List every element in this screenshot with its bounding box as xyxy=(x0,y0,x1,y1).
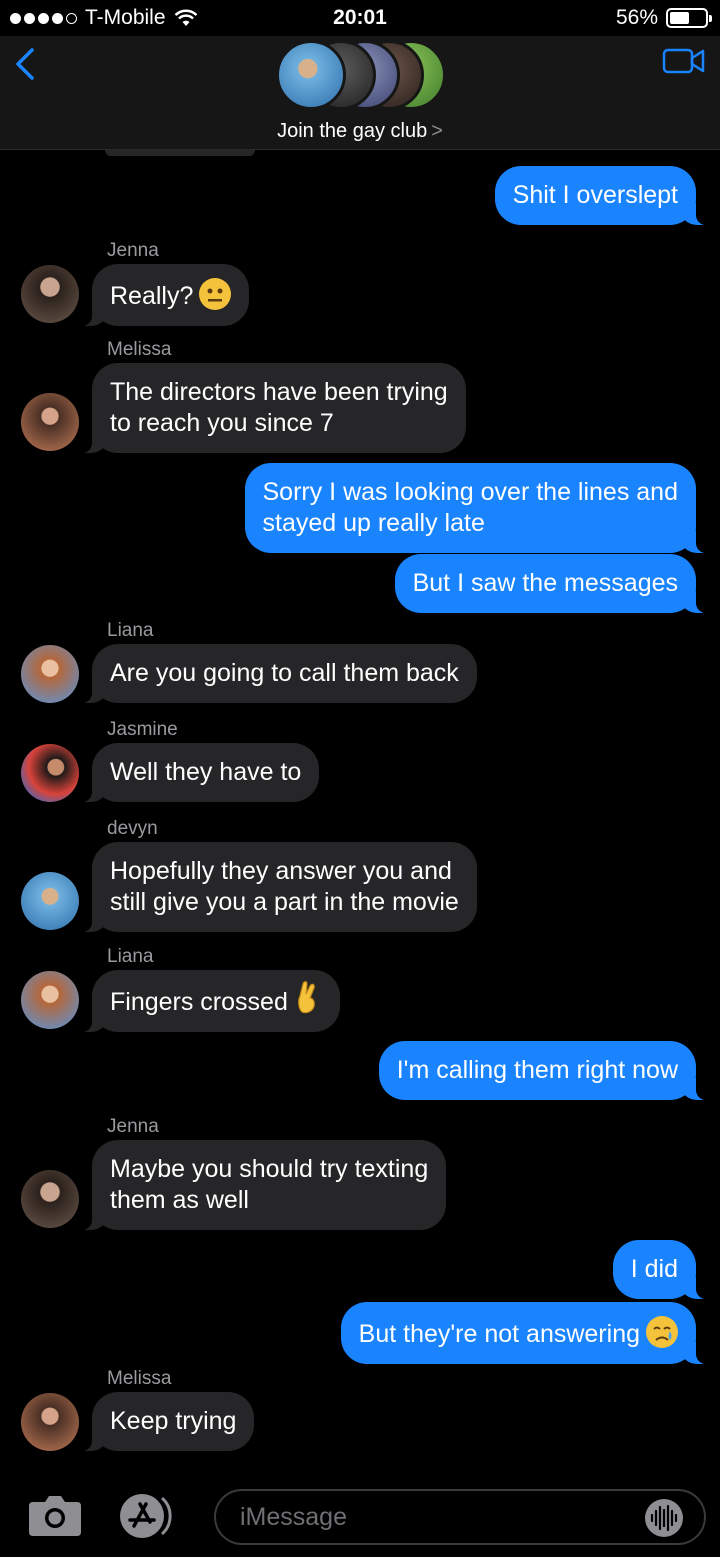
sender-name: Liana xyxy=(107,620,154,641)
message-text: Shit I overslept xyxy=(512,181,678,209)
incoming-message[interactable]: Are you going to call them back xyxy=(78,644,477,703)
message-line: stayed up really late xyxy=(262,509,485,537)
group-avatars[interactable] xyxy=(276,40,446,112)
message-thread[interactable]: Shit I overslept Jenna Really? Melissa T… xyxy=(0,150,720,1470)
message-line: Sorry I was looking over the lines and xyxy=(262,478,679,506)
incoming-message[interactable]: Keep trying xyxy=(77,1392,255,1451)
clock: 20:01 xyxy=(333,6,387,29)
avatar-liana[interactable] xyxy=(21,971,79,1029)
incoming-message[interactable]: Maybe you should try texting them as wel… xyxy=(77,1140,447,1230)
message-line: them as well xyxy=(110,1186,249,1214)
app-store-icon[interactable] xyxy=(118,1490,182,1542)
sender-name: Jenna xyxy=(107,240,159,261)
status-bar: T-Mobile 20:01 56% xyxy=(0,0,720,36)
avatar-melissa[interactable] xyxy=(21,393,79,451)
incoming-message[interactable]: The directors have been trying to reach … xyxy=(78,363,466,453)
avatar-liana[interactable] xyxy=(21,645,79,703)
avatar-melissa[interactable] xyxy=(21,1393,79,1451)
message-text: I'm calling them right now xyxy=(396,1056,678,1084)
message-line: The directors have been trying xyxy=(110,378,448,406)
message-line: still give you a part in the movie xyxy=(110,888,459,916)
message-text: I did xyxy=(630,1255,678,1283)
neutral-face-emoji xyxy=(199,278,232,310)
group-name-label: Join the gay club xyxy=(277,120,428,142)
outgoing-message[interactable]: But they're not answering xyxy=(340,1302,711,1364)
incoming-message[interactable]: Well they have to xyxy=(77,743,320,802)
sender-name: Jenna xyxy=(107,1116,159,1137)
sender-name: Liana xyxy=(107,946,154,967)
message-line: to reach you since 7 xyxy=(110,409,334,437)
crying-face-emoji xyxy=(646,1316,678,1348)
message-text: Well they have to xyxy=(110,758,302,786)
message-text: But they're not answering xyxy=(358,1320,640,1348)
status-right: 56% xyxy=(615,6,712,30)
incoming-message[interactable]: Hopefully they answer you and still give… xyxy=(78,842,477,932)
avatar-jenna[interactable] xyxy=(21,1170,79,1228)
message-text: Keep trying xyxy=(110,1407,237,1435)
group-name[interactable]: Join the gay club > xyxy=(0,120,720,143)
avatar-jasmine[interactable] xyxy=(21,744,79,802)
sender-name: Melissa xyxy=(107,1368,172,1389)
message-line: Hopefully they answer you and xyxy=(110,857,452,885)
outgoing-message[interactable]: I did xyxy=(612,1240,711,1299)
audio-waveform-icon[interactable] xyxy=(640,1498,688,1538)
video-camera-icon[interactable] xyxy=(662,46,706,76)
outgoing-message[interactable]: Shit I overslept xyxy=(494,166,711,225)
partial-message-bubble xyxy=(105,150,255,156)
avatar-devyn[interactable] xyxy=(21,872,79,930)
conversation-header: Join the gay club > xyxy=(0,36,720,150)
imessage-input[interactable] xyxy=(214,1489,706,1545)
outgoing-message[interactable]: But I saw the messages xyxy=(394,554,711,613)
sender-name: devyn xyxy=(107,818,158,839)
incoming-message[interactable]: Really? xyxy=(77,264,250,326)
group-avatar xyxy=(276,40,346,110)
message-text: Really? xyxy=(110,282,194,310)
crossed-fingers-emoji xyxy=(294,981,322,1016)
outgoing-message[interactable]: Sorry I was looking over the lines and s… xyxy=(244,463,710,553)
battery-percentage: 56% xyxy=(615,6,658,29)
sender-name: Jasmine xyxy=(107,719,178,740)
chevron-right-icon: > xyxy=(431,120,443,142)
avatar-jenna[interactable] xyxy=(21,265,79,323)
message-line: Maybe you should try texting xyxy=(110,1155,429,1183)
message-text: But I saw the messages xyxy=(412,569,678,597)
battery-icon xyxy=(666,8,712,28)
sender-name: Melissa xyxy=(107,339,172,360)
message-text: Are you going to call them back xyxy=(110,659,459,687)
message-input-bar xyxy=(0,1478,720,1557)
outgoing-message[interactable]: I'm calling them right now xyxy=(378,1041,711,1100)
message-text: Fingers crossed xyxy=(110,988,288,1016)
camera-icon[interactable] xyxy=(27,1492,83,1538)
back-chevron-icon[interactable] xyxy=(12,44,42,84)
incoming-message[interactable]: Fingers crossed xyxy=(78,970,340,1032)
